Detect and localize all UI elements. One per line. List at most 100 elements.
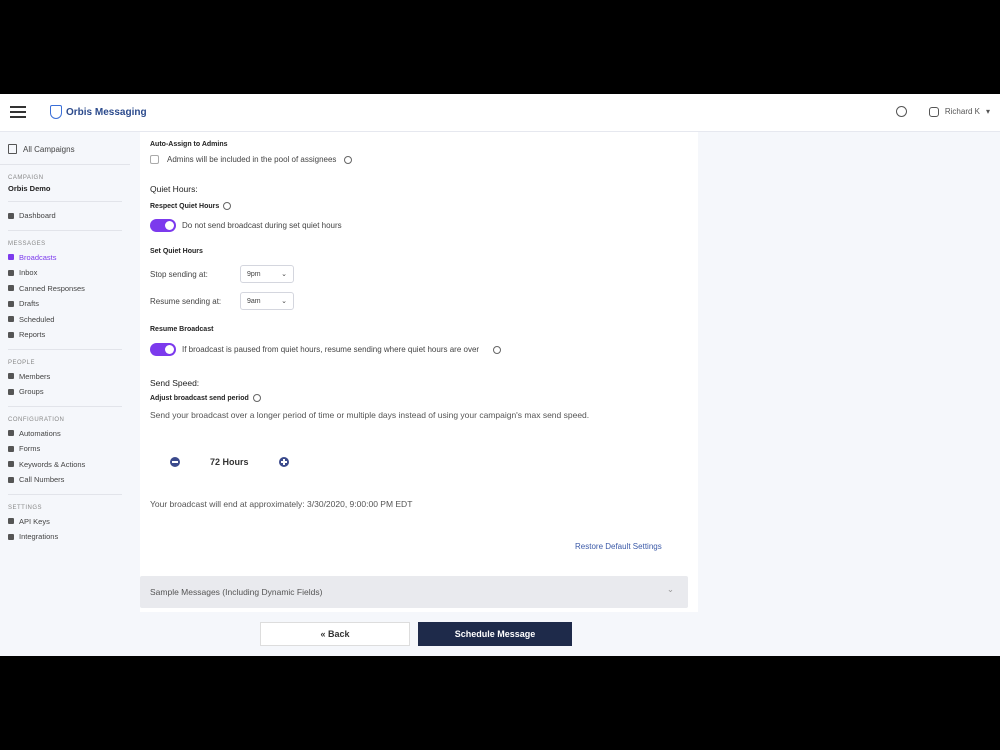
messages-heading: MESSAGES <box>8 240 46 247</box>
auto-assign-text: Admins will be included in the pool of a… <box>167 155 337 164</box>
sidebar: All Campaigns CAMPAIGN Orbis Demo Dashbo… <box>0 132 130 656</box>
drafts-icon <box>8 300 14 307</box>
sidebar-item-scheduled[interactable]: Scheduled <box>8 312 122 328</box>
auto-assign-checkbox[interactable] <box>150 155 159 164</box>
info-icon[interactable] <box>252 394 261 402</box>
accordion-label: Sample Messages (Including Dynamic Field… <box>150 587 323 597</box>
campaign-name: Orbis Demo <box>8 184 51 193</box>
app-screen: Orbis Messaging Richard K ▾ All Campaign… <box>0 94 1000 656</box>
forms-icon <box>8 445 14 452</box>
info-icon[interactable] <box>344 155 353 164</box>
shield-icon <box>50 105 62 119</box>
adjust-description: Send your broadcast over a longer period… <box>150 410 590 420</box>
sidebar-item-call-numbers[interactable]: Call Numbers <box>8 472 122 488</box>
resume-broadcast-text: If broadcast is paused from quiet hours,… <box>182 345 480 354</box>
sidebar-item-label: Scheduled <box>19 314 55 324</box>
footer-actions: « Back Schedule Message <box>0 614 1000 656</box>
sidebar-item-label: Reports <box>19 330 46 340</box>
config-heading: CONFIGURATION <box>8 416 65 423</box>
decrease-period-button[interactable] <box>170 457 180 467</box>
sidebar-item-label: Integrations <box>19 532 59 542</box>
broadcast-end-text: Your broadcast will end at approximately… <box>150 499 413 509</box>
resume-sending-select[interactable]: 9am ⌄ <box>240 292 294 310</box>
back-button[interactable]: « Back <box>260 622 410 646</box>
sidebar-item-groups[interactable]: Groups <box>8 384 122 400</box>
info-icon[interactable] <box>223 202 232 210</box>
call-numbers-icon <box>8 476 14 483</box>
send-speed-title: Send Speed: <box>150 378 200 388</box>
quiet-hours-title: Quiet Hours: <box>150 184 198 194</box>
send-period-value: 72 Hours <box>210 457 249 467</box>
canned-responses-icon <box>8 285 14 292</box>
set-quiet-hours-label: Set Quiet Hours <box>150 248 203 255</box>
campaigns-icon <box>8 144 17 154</box>
sidebar-item-label: Canned Responses <box>19 283 85 293</box>
sidebar-item-label: Inbox <box>19 268 38 278</box>
resume-sending-value: 9am <box>247 297 261 305</box>
sidebar-item-label: Members <box>19 371 51 381</box>
resume-broadcast-label: Resume Broadcast <box>150 326 214 333</box>
inbox-icon <box>8 269 14 276</box>
groups-icon <box>8 388 14 395</box>
respect-quiet-hours-toggle[interactable] <box>150 219 176 232</box>
chevron-down-icon: ⌄ <box>281 298 287 305</box>
schedule-message-button[interactable]: Schedule Message <box>418 622 572 646</box>
sidebar-item-label: Automations <box>19 428 61 438</box>
campaign-heading: CAMPAIGN <box>8 175 44 181</box>
sidebar-item-label: Keywords & Actions <box>19 459 86 469</box>
increase-period-button[interactable] <box>278 457 289 467</box>
sidebar-item-members[interactable]: Members <box>8 369 122 385</box>
sidebar-item-keywords-actions[interactable]: Keywords & Actions <box>8 457 122 473</box>
sidebar-item-inbox[interactable]: Inbox <box>8 265 122 281</box>
sidebar-item-automations[interactable]: Automations <box>8 426 122 442</box>
sidebar-item-canned-responses[interactable]: Canned Responses <box>8 281 122 297</box>
sidebar-item-label: Groups <box>19 387 44 397</box>
settings-heading: SETTINGS <box>8 504 43 511</box>
reports-icon <box>8 331 14 338</box>
menu-icon[interactable] <box>10 106 26 118</box>
sample-messages-accordion[interactable]: Sample Messages (Including Dynamic Field… <box>140 576 688 608</box>
sidebar-item-reports[interactable]: Reports <box>8 327 122 343</box>
sidebar-item-label: API Keys <box>19 516 50 526</box>
stop-sending-value: 9pm <box>247 270 261 278</box>
respect-quiet-hours-label: Respect Quiet Hours <box>150 202 220 210</box>
respect-quiet-hours-text: Do not send broadcast during set quiet h… <box>182 221 342 230</box>
broadcast-settings-panel: Auto-Assign to Admins Admins will be inc… <box>140 132 698 612</box>
integrations-icon <box>8 533 14 540</box>
auto-assign-label: Auto-Assign to Admins <box>150 141 228 148</box>
keywords-actions-icon <box>8 461 14 468</box>
chevron-down-icon: ⌄ <box>666 584 674 594</box>
brand-logo[interactable]: Orbis Messaging <box>50 105 147 119</box>
sidebar-item-label: Broadcasts <box>19 252 57 262</box>
sidebar-item-dashboard[interactable]: Dashboard <box>8 208 122 224</box>
user-menu[interactable]: Richard K ▾ <box>928 106 990 117</box>
sidebar-item-label: Call Numbers <box>19 475 65 485</box>
people-heading: PEOPLE <box>8 359 36 366</box>
sidebar-item-api-keys[interactable]: API Keys <box>8 514 122 530</box>
sidebar-item-integrations[interactable]: Integrations <box>8 529 122 545</box>
sidebar-item-drafts[interactable]: Drafts <box>8 296 122 312</box>
restore-defaults-link[interactable]: Restore Default Settings <box>575 542 662 551</box>
broadcasts-icon <box>8 254 14 261</box>
stop-sending-select[interactable]: 9pm ⌄ <box>240 265 294 283</box>
members-icon <box>8 373 14 380</box>
info-icon[interactable] <box>493 345 502 354</box>
sidebar-item-broadcasts[interactable]: Broadcasts <box>8 250 122 266</box>
sidebar-item-forms[interactable]: Forms <box>8 441 122 457</box>
help-icon[interactable] <box>895 106 907 117</box>
automations-icon <box>8 430 14 437</box>
sidebar-item-label: Forms <box>19 444 41 454</box>
scheduled-icon <box>8 316 14 323</box>
user-icon <box>928 106 939 117</box>
brand-name: Orbis Messaging <box>66 106 147 118</box>
all-campaigns-label: All Campaigns <box>23 144 75 154</box>
user-name: Richard K <box>944 107 980 116</box>
adjust-send-period-label: Adjust broadcast send period <box>150 394 249 402</box>
dashboard-icon <box>8 212 14 219</box>
resume-broadcast-toggle[interactable] <box>150 343 176 356</box>
all-campaigns-link[interactable]: All Campaigns <box>0 132 130 165</box>
api-keys-icon <box>8 518 14 525</box>
sidebar-item-label: Drafts <box>19 299 40 309</box>
chevron-down-icon: ⌄ <box>281 271 287 278</box>
chevron-down-icon: ▾ <box>985 107 990 116</box>
